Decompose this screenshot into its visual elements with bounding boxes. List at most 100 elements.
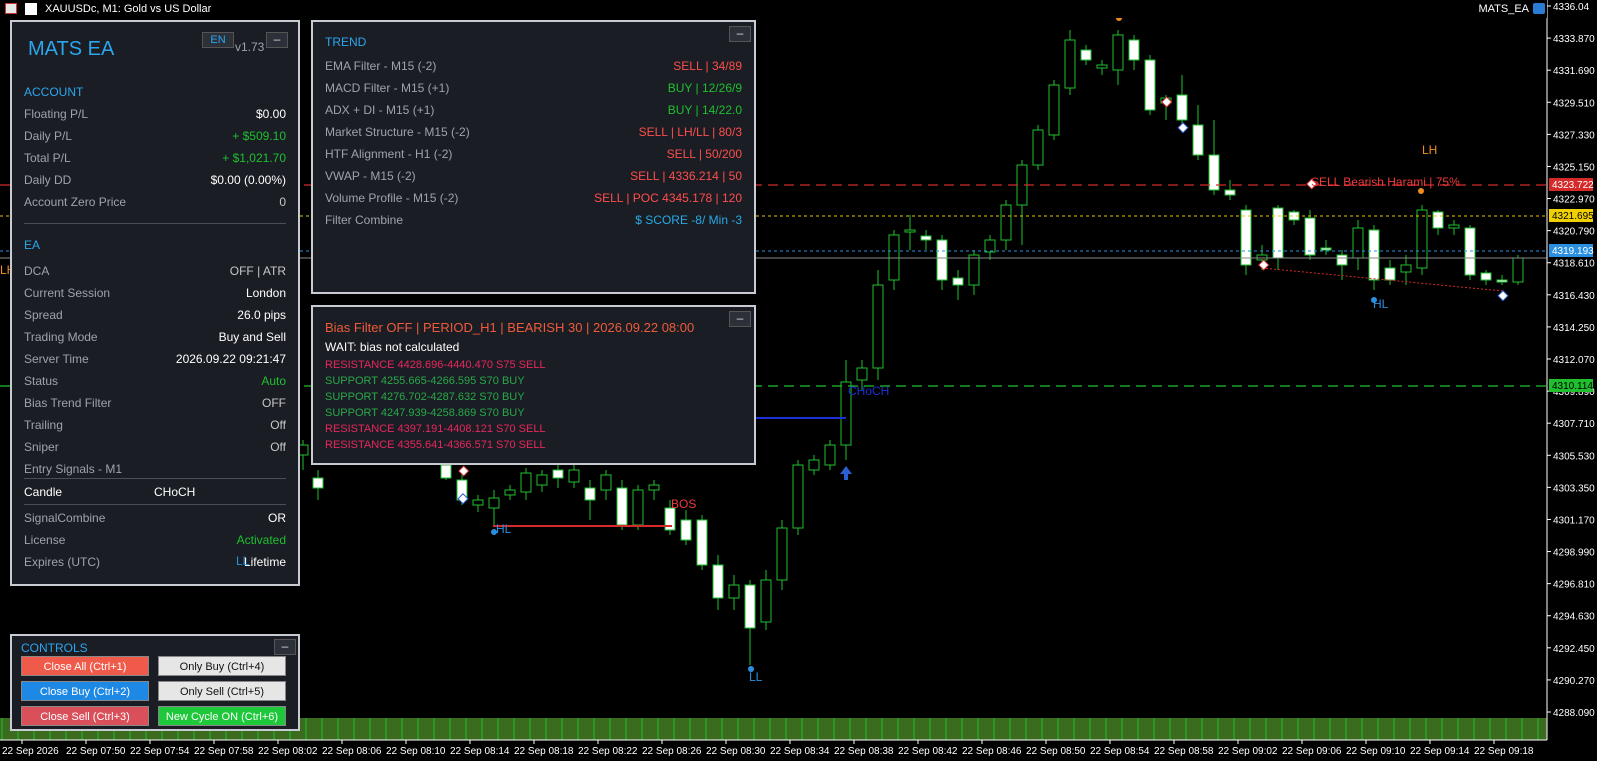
account-row-label: Floating P/L (24, 107, 89, 121)
bias-zone-row: RESISTANCE 4355.641-4366.571 S70 SELL (325, 439, 546, 451)
candle-body (696, 519, 708, 566)
bias-panel: Bias Filter OFF | PERIOD_H1 | BEARISH 30… (311, 305, 756, 465)
trend-row-label: Filter Combine (325, 213, 404, 227)
candle-body (1032, 129, 1044, 166)
trend-row-label: ADX + DI - M15 (+1) (325, 103, 435, 117)
account-row-value: $0.00 (255, 107, 286, 121)
price-tick-label: 4325.150 (1553, 162, 1595, 173)
candle-body (1144, 59, 1156, 111)
time-tick-label: 22 Sep 08:34 (770, 746, 830, 757)
bias-wait-text: WAIT: bias not calculated (325, 340, 460, 354)
candle-row: Candle CHoCH (24, 482, 286, 502)
account-row-value: 0 (279, 195, 286, 209)
bias-zone-row: SUPPORT 4276.702-4287.632 S70 BUY (325, 391, 525, 403)
close-all-button[interactable]: Close All (Ctrl+1) (21, 656, 149, 676)
candle-body (1240, 209, 1252, 266)
minimize-button[interactable]: – (729, 311, 751, 327)
time-tick-label: 22 Sep 08:02 (258, 746, 318, 757)
time-tick-label: 22 Sep 2026 (2, 746, 59, 757)
account-row-label: Daily P/L (24, 129, 73, 143)
candle-body (1080, 49, 1092, 61)
time-tick-label: 22 Sep 08:22 (578, 746, 638, 757)
price-tag-label: 4310.114 (1552, 381, 1593, 392)
time-tick-label: 22 Sep 09:18 (1474, 746, 1534, 757)
sell-signal-label: SELL Bearish Harami | 75% (1311, 175, 1460, 189)
trend-row-value: BUY | 14/22.0 (667, 103, 742, 117)
candle-body (792, 464, 804, 529)
candle-body (936, 239, 948, 281)
ea-row-label: Entry Signals - M1 (24, 462, 123, 476)
candle-body (440, 464, 452, 479)
ea-row-value: OFF (262, 396, 286, 410)
time-tick-label: 22 Sep 07:58 (194, 746, 254, 757)
language-button[interactable]: EN (202, 32, 234, 48)
candle-body (1000, 204, 1012, 241)
candle-body (648, 484, 660, 491)
candle-body (568, 469, 580, 483)
candle-body (1384, 267, 1396, 281)
candle-body (1112, 34, 1124, 71)
ea-row-label: SignalCombine (24, 511, 106, 525)
price-tick-label: 4331.690 (1553, 66, 1595, 77)
minimize-button[interactable]: – (274, 639, 296, 655)
new-cycle-button[interactable]: New Cycle ON (Ctrl+6) (158, 706, 286, 726)
time-tick-label: 22 Sep 09:14 (1410, 746, 1470, 757)
ea-row: Status Auto (24, 371, 286, 391)
price-tick-label: 4303.350 (1553, 483, 1595, 494)
lh-label: LH (1422, 143, 1438, 157)
account-header: ACCOUNT (24, 85, 84, 99)
controls-header: CONTROLS (21, 641, 88, 655)
candle-body (584, 487, 596, 501)
time-tick-label: 22 Sep 08:26 (642, 746, 702, 757)
time-tick-label: 22 Sep 08:30 (706, 746, 766, 757)
mats-ea-panel: MATS EA EN v1.73 – ACCOUNT Floating P/L $… (10, 20, 300, 586)
candle-body (1352, 227, 1364, 259)
trend-row-value: SELL | LH/LL | 80/3 (638, 125, 742, 139)
candle-body (1192, 124, 1204, 156)
account-row: Floating P/L $0.00 (24, 104, 286, 124)
candle-body (1096, 64, 1108, 69)
ll-label: LL (749, 670, 763, 684)
candle-body (520, 472, 532, 493)
only-buy-button[interactable]: Only Buy (Ctrl+4) (158, 656, 286, 676)
ea-row-label: Server Time (24, 352, 89, 366)
bias-zone-row: SUPPORT 4247.939-4258.869 S70 BUY (325, 407, 525, 419)
candle-body (1416, 209, 1428, 269)
price-tick-label: 4320.790 (1553, 227, 1595, 238)
price-tick-label: 4327.330 (1553, 130, 1595, 141)
trend-row: MACD Filter - M15 (+1) BUY | 12/26/9 (325, 78, 742, 98)
only-sell-button[interactable]: Only Sell (Ctrl+5) (158, 681, 286, 701)
candle-body (968, 254, 980, 286)
minimize-button[interactable]: – (729, 26, 751, 42)
ea-row-label: Spread (24, 308, 63, 322)
candle-body (1400, 264, 1412, 273)
minimize-button[interactable]: – (266, 32, 288, 48)
account-row: Daily P/L + $509.10 (24, 126, 286, 146)
price-tick-label: 4305.530 (1553, 451, 1595, 462)
trend-row-value: SELL | POC 4345.178 | 120 (594, 191, 742, 205)
bias-header: Bias Filter OFF | PERIOD_H1 | BEARISH 30… (325, 320, 695, 335)
trend-row: VWAP - M15 (-2) SELL | 4336.214 | 50 (325, 166, 742, 186)
price-tick-label: 4290.270 (1553, 676, 1595, 687)
account-row-label: Total P/L (24, 151, 71, 165)
close-sell-button[interactable]: Close Sell (Ctrl+3) (21, 706, 149, 726)
trend-row-label: EMA Filter - M15 (-2) (325, 59, 437, 73)
candle-body (1448, 224, 1460, 229)
candle-body (904, 229, 916, 233)
price-tick-label: 4296.810 (1553, 580, 1595, 591)
candle-body (600, 474, 612, 491)
price-tick-label: 4329.510 (1553, 98, 1595, 109)
graduation-cap-icon[interactable] (1533, 3, 1545, 14)
close-buy-button[interactable]: Close Buy (Ctrl+2) (21, 681, 149, 701)
ea-row-label: License (24, 533, 66, 547)
trend-header: TREND (325, 35, 367, 49)
candle-body (1304, 217, 1316, 256)
candle-body (1176, 94, 1188, 121)
ea-row-label: Expires (UTC) (24, 555, 101, 569)
time-tick-label: 22 Sep 08:06 (322, 746, 382, 757)
candle-body (504, 489, 516, 496)
trend-panel: TREND – EMA Filter - M15 (-2) SELL | 34/8… (311, 20, 756, 294)
price-tick-label: 4294.630 (1553, 612, 1595, 623)
price-tick-label: 4322.970 (1553, 195, 1595, 206)
candle-body (536, 474, 548, 486)
